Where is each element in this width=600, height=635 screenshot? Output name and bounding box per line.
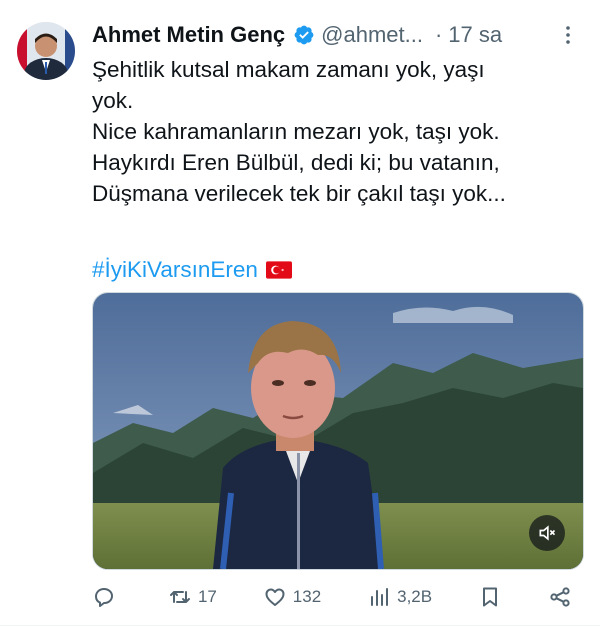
- divider: [0, 625, 600, 626]
- tweet-text-line: yok.: [92, 88, 134, 113]
- heart-icon: [265, 588, 285, 606]
- like-count: 132: [292, 587, 322, 606]
- muted-speaker-icon: [539, 525, 556, 541]
- action-bar: 17 132 3,2B: [92, 580, 572, 614]
- views-icon: [371, 588, 389, 606]
- share-button[interactable]: [548, 585, 572, 609]
- verified-badge-icon: [294, 25, 314, 45]
- tweet-text-line: Şehitlik kutsal makam zamanı yok, yaşı: [92, 57, 485, 82]
- views-button[interactable]: 3,2B: [367, 585, 432, 609]
- mute-button[interactable]: [529, 515, 565, 551]
- tweet-text-line: Nice kahramanların mezarı yok, taşı yok.: [92, 119, 500, 144]
- tweet-text: Şehitlik kutsal makam zamanı yok, yaşı y…: [92, 54, 572, 209]
- retweet-button[interactable]: 17: [168, 585, 217, 609]
- bookmark-button[interactable]: [478, 585, 502, 609]
- video-frame: [93, 293, 583, 569]
- more-icon[interactable]: [556, 23, 580, 47]
- retweet-count: 17: [197, 587, 217, 606]
- author-name[interactable]: Ahmet Metin Genç: [92, 22, 285, 48]
- reply-button[interactable]: [92, 585, 122, 609]
- retweet-icon: [169, 591, 190, 603]
- tweet-text-line: Haykırdı Eren Bülbül, dedi ki; bu vatanı…: [92, 150, 500, 175]
- hashtag-line: #İyiKiVarsınEren: [92, 254, 292, 285]
- views-count: 3,2B: [397, 587, 433, 606]
- like-button[interactable]: 132: [263, 585, 321, 609]
- tweet-timestamp[interactable]: 17 sa: [448, 22, 502, 48]
- author-handle[interactable]: @ahmet...: [321, 22, 423, 48]
- bookmark-icon: [483, 587, 498, 607]
- share-icon: [550, 587, 570, 607]
- hashtag-link[interactable]: #İyiKiVarsınEren: [92, 254, 258, 285]
- tweet-video[interactable]: [92, 292, 584, 570]
- tweet-header: Ahmet Metin Genç @ahmet... · 17 sa: [92, 18, 580, 52]
- avatar[interactable]: [17, 22, 75, 80]
- reply-icon: [95, 588, 113, 607]
- turkey-flag-icon: [265, 260, 292, 279]
- header-separator: ·: [434, 22, 443, 47]
- tweet-text-line: Düşmana verilecek tek bir çakıl taşı yok…: [92, 181, 506, 206]
